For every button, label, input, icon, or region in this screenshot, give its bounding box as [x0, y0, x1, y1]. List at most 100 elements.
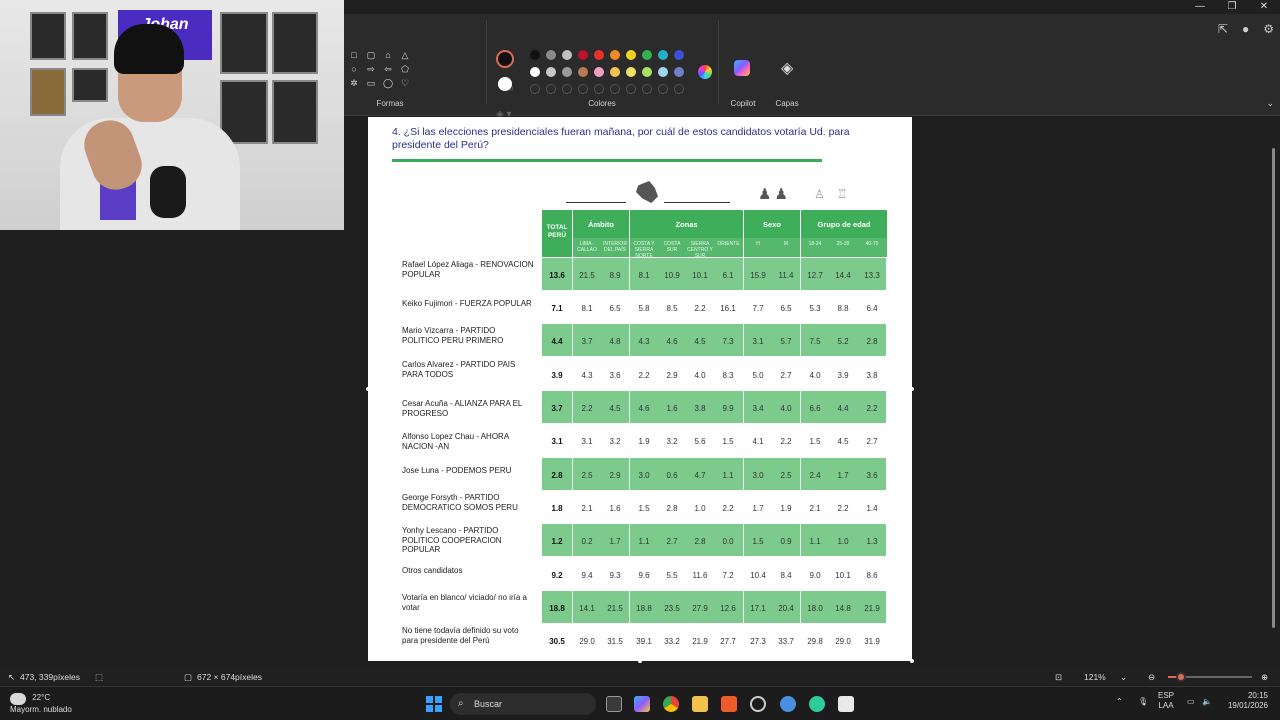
custom-color-slot[interactable]	[530, 84, 540, 94]
table-cell: 5.6	[694, 437, 706, 446]
chrome-icon[interactable]	[663, 696, 679, 712]
network-icon[interactable]: ▭	[1187, 697, 1195, 707]
pentagon-shape-icon[interactable]: ⬠	[399, 64, 411, 75]
table-cell: 1.7	[609, 537, 621, 546]
color-swatch[interactable]	[658, 67, 668, 77]
heart-shape-icon[interactable]: ♡	[399, 78, 411, 89]
custom-color-slot[interactable]	[578, 84, 588, 94]
file-explorer-icon[interactable]	[692, 696, 708, 712]
microphone-icon[interactable]: 🎙	[1138, 697, 1148, 707]
callout-rect-shape-icon[interactable]: ▭	[365, 78, 377, 89]
restore-button[interactable]: ❐	[1216, 0, 1248, 14]
cursor-icon: ↖	[8, 672, 16, 682]
color-swatch[interactable]	[610, 67, 620, 77]
start-button-icon[interactable]	[426, 696, 442, 712]
resize-handle[interactable]	[638, 659, 642, 663]
language-indicator[interactable]: ESP LAA	[1158, 691, 1174, 711]
color-swatch[interactable]	[626, 67, 636, 77]
table-cell: 2.2	[866, 404, 878, 413]
taskbar-search[interactable]: ⌕ Buscar	[450, 693, 596, 715]
custom-color-slot[interactable]	[594, 84, 604, 94]
copilot-taskbar-icon[interactable]	[634, 696, 650, 712]
app-icon[interactable]	[750, 696, 766, 712]
account-icon[interactable]: ●	[1242, 22, 1249, 36]
custom-color-slot[interactable]	[674, 84, 684, 94]
color-swatch[interactable]	[562, 67, 572, 77]
custom-color-slot[interactable]	[642, 84, 652, 94]
star-shape-icon[interactable]: ✲	[348, 78, 360, 89]
color-swatch[interactable]	[642, 50, 652, 60]
color-swatch[interactable]	[642, 67, 652, 77]
copilot-label[interactable]: Copilot	[722, 99, 764, 108]
clock[interactable]: 20:15 19/01/2026	[1224, 691, 1268, 711]
table-cell: 21.9	[864, 604, 880, 613]
polygon-shape-icon[interactable]: ⌂	[382, 50, 394, 61]
callout-oval-shape-icon[interactable]: ◯	[382, 78, 394, 89]
color-swatch[interactable]	[546, 50, 556, 60]
rounded-rectangle-shape-icon[interactable]: ▢	[365, 50, 377, 61]
vertical-scrollbar[interactable]	[1272, 148, 1275, 628]
custom-color-slot[interactable]	[658, 84, 668, 94]
color-swatch[interactable]	[594, 67, 604, 77]
color-swatch[interactable]	[658, 50, 668, 60]
brave-browser-icon[interactable]	[721, 696, 737, 712]
custom-color-slot[interactable]	[562, 84, 572, 94]
volume-icon[interactable]: 🔈	[1202, 697, 1212, 707]
table-cell: 7.3	[722, 337, 734, 346]
color-swatch[interactable]	[562, 50, 572, 60]
arrow-left-shape-icon[interactable]: ⇦	[382, 64, 394, 75]
resize-handle[interactable]	[910, 659, 914, 663]
color-swatch[interactable]	[594, 50, 604, 60]
table-cell: 12.7	[807, 271, 823, 280]
collapse-ribbon-chevron-icon[interactable]: ⌄	[1266, 98, 1274, 109]
resize-handle[interactable]	[366, 387, 370, 391]
app-icon[interactable]	[780, 696, 796, 712]
zoom-out-icon[interactable]: ⊖	[1148, 672, 1155, 683]
paint-icon[interactable]	[838, 696, 854, 712]
fit-to-window-icon[interactable]: ⊡	[1055, 672, 1062, 683]
layers-label[interactable]: Capas	[770, 99, 804, 108]
color-swatch[interactable]	[530, 67, 540, 77]
ellipse-shape-icon[interactable]: ○	[348, 64, 360, 75]
color-swatch[interactable]	[674, 50, 684, 60]
color1-swatch[interactable]	[496, 50, 514, 68]
resize-handle[interactable]	[910, 387, 914, 391]
candidate-label: Keiko Fujimori - FUERZA POPULAR	[402, 299, 532, 308]
zoom-slider[interactable]	[1168, 672, 1252, 682]
table-cell: 29.0	[579, 637, 595, 646]
minimize-button[interactable]: —	[1184, 0, 1216, 14]
zoom-dropdown-chevron-icon[interactable]: ⌄	[1120, 672, 1127, 683]
candidate-label: Votaría en blanco/ viciado/ no iría a vo…	[402, 593, 527, 612]
zoom-slider-knob[interactable]	[1175, 672, 1186, 682]
color-swatch[interactable]	[674, 67, 684, 77]
triangle-shape-icon[interactable]: △	[399, 50, 411, 61]
rectangle-shape-icon[interactable]: □	[348, 50, 360, 61]
table-cell: 2.2	[780, 437, 792, 446]
settings-gear-icon[interactable]: ⚙	[1263, 22, 1274, 36]
copilot-group: Copilot	[722, 14, 764, 114]
task-view-icon[interactable]	[606, 696, 622, 712]
zoom-level[interactable]: 121%	[1084, 672, 1106, 682]
custom-color-slot[interactable]	[610, 84, 620, 94]
color-swatch[interactable]	[578, 50, 588, 60]
copilot-icon[interactable]	[734, 60, 750, 76]
arrow-right-shape-icon[interactable]: ⇨	[365, 64, 377, 75]
color-swatch[interactable]	[578, 67, 588, 77]
tray-overflow-icon[interactable]: ⌃	[1116, 697, 1123, 707]
share-icon[interactable]: ⇱	[1218, 22, 1228, 36]
layers-icon[interactable]: ◈	[781, 58, 793, 78]
zoom-in-icon[interactable]: ⊕	[1261, 672, 1268, 683]
color2-swatch[interactable]	[498, 77, 512, 91]
table-cell: 0.2	[581, 537, 593, 546]
close-button[interactable]: ✕	[1248, 0, 1280, 14]
custom-color-slot[interactable]	[546, 84, 556, 94]
color-swatch[interactable]	[546, 67, 556, 77]
edit-colors-icon[interactable]	[698, 65, 712, 79]
color-swatch[interactable]	[530, 50, 540, 60]
color-swatch[interactable]	[610, 50, 620, 60]
custom-color-slot[interactable]	[626, 84, 636, 94]
color-swatch[interactable]	[626, 50, 636, 60]
edge-icon[interactable]	[809, 696, 825, 712]
table-cell: 12.6	[720, 604, 736, 613]
weather-widget[interactable]: 22°C Mayorm. nublado	[10, 693, 72, 715]
